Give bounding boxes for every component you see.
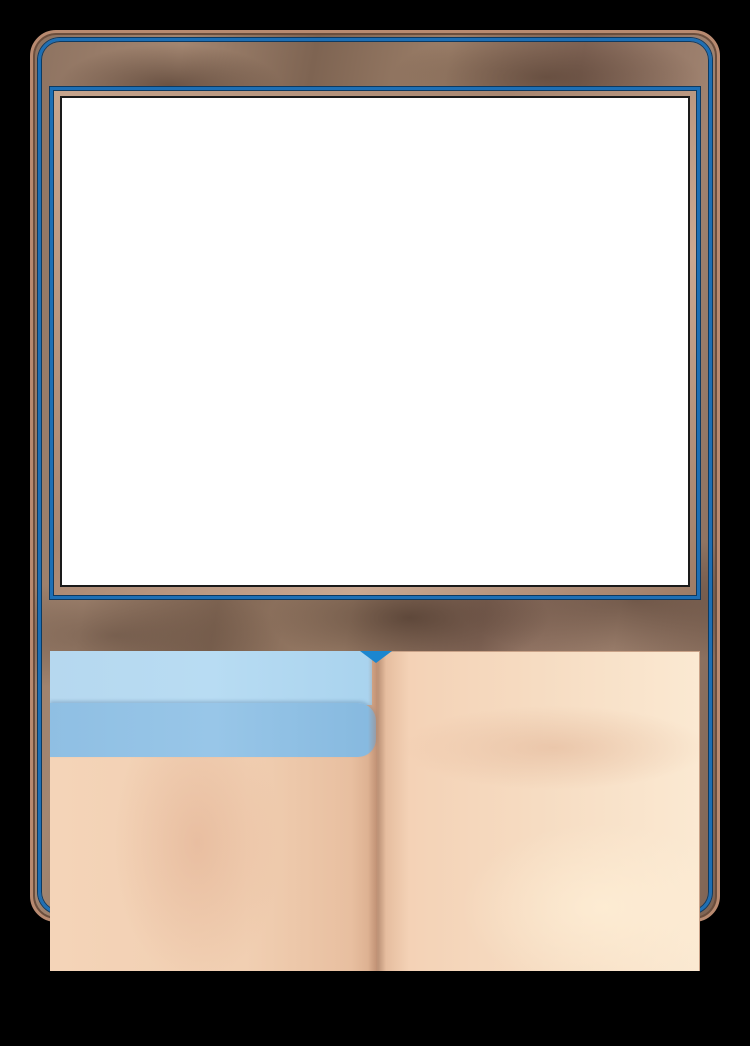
open-book-text-box [50, 651, 700, 971]
art-panel [60, 96, 690, 587]
book-right-page [377, 651, 700, 971]
book-gutter [368, 651, 386, 971]
type-banner-dark [50, 703, 376, 757]
spine-notch-icon [360, 651, 392, 663]
name-banner-light [50, 651, 372, 705]
card-template [0, 0, 750, 1046]
